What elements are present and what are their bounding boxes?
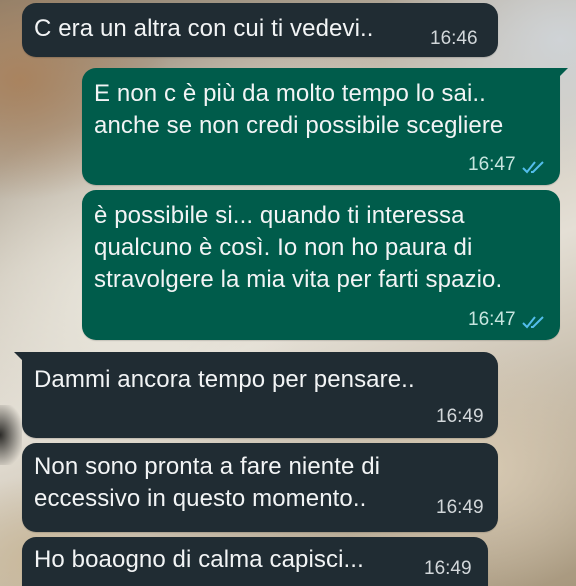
message-bubble-incoming[interactable]: C era un altra con cui ti vedevi.. 16:46 [22,3,498,57]
bubble-tail [554,68,568,82]
message-text: E non c è più da molto tempo lo sai.. an… [94,80,504,139]
double-check-icon [522,161,544,174]
message-time: 16:47 [468,154,516,175]
message-bubble-incoming[interactable]: Ho boaogno di calma capisci... 16:49 [22,537,488,586]
message-list[interactable]: C era un altra con cui ti vedevi.. 16:46… [0,0,576,586]
message-text: Non sono pronta a fare niente di eccessi… [34,453,381,512]
double-check-icon [522,316,544,329]
message-time: 16:49 [436,406,484,427]
message-bubble-incoming[interactable]: Dammi ancora tempo per pensare.. 16:49 [14,352,498,438]
message-time: 16:49 [424,558,472,579]
bubble-tail [14,352,28,366]
message-bubble-outgoing[interactable]: è possibile si... quando ti interessa qu… [82,190,560,340]
message-text: C era un altra con cui ti vedevi.. [34,15,374,42]
message-text: Ho boaogno di calma capisci... [34,546,364,573]
message-text: Dammi ancora tempo per pensare.. [34,366,415,393]
message-time: 16:49 [436,497,484,518]
message-time: 16:46 [430,28,478,49]
message-time: 16:47 [468,309,516,330]
message-text: è possibile si... quando ti interessa qu… [94,202,503,293]
message-bubble-outgoing[interactable]: E non c è più da molto tempo lo sai.. an… [82,68,568,185]
message-bubble-incoming[interactable]: Non sono pronta a fare niente di eccessi… [22,443,498,532]
